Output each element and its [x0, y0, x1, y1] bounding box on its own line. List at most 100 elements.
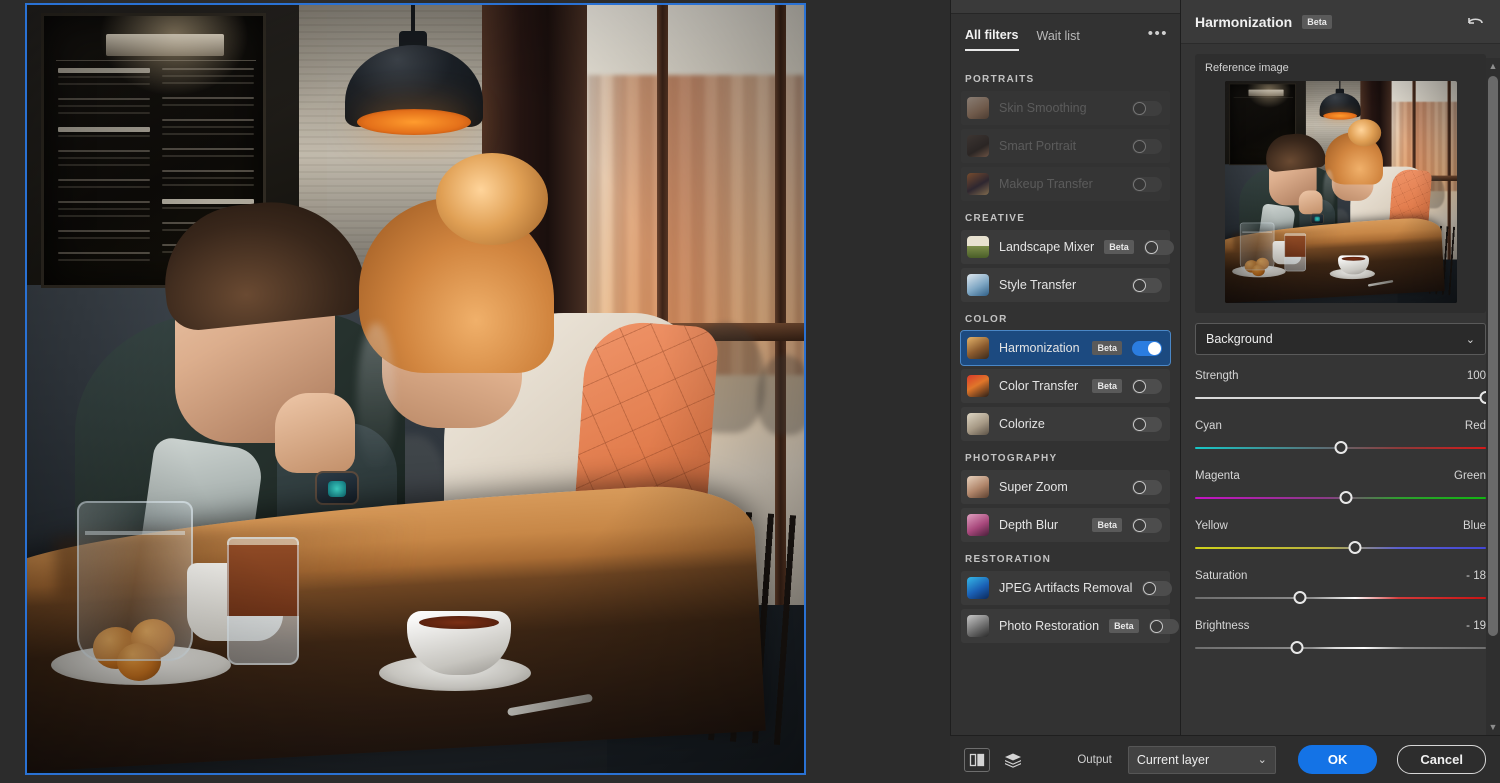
filter-label: Depth Blur [999, 518, 1082, 532]
slider-header: CyanRed [1195, 420, 1486, 432]
beta-badge: Beta [1109, 619, 1139, 633]
filter-row[interactable]: Skin Smoothing [961, 91, 1170, 125]
toggle-knob [1133, 178, 1146, 191]
beta-badge: Beta [1092, 341, 1122, 355]
reference-image-card: Reference image [1195, 54, 1486, 313]
slider-thumb[interactable] [1334, 441, 1347, 454]
filter-label: Landscape Mixer [999, 240, 1094, 254]
page-title: Harmonization [1195, 14, 1292, 30]
filter-group-title: PHOTOGRAPHY [965, 453, 1170, 464]
depth-blur-thumb [967, 514, 989, 536]
makeup-transfer-thumb [967, 173, 989, 195]
filter-toggle[interactable] [1132, 101, 1162, 116]
slider-thumb[interactable] [1290, 641, 1303, 654]
slider-cyan-red[interactable]: CyanRed [1195, 420, 1486, 455]
filter-toggle[interactable] [1144, 240, 1174, 255]
toggle-knob [1133, 481, 1146, 494]
filter-row[interactable]: Style Transfer [961, 268, 1170, 302]
slider-track [1195, 647, 1486, 649]
canvas-area[interactable] [0, 0, 950, 783]
slider-track [1195, 397, 1486, 399]
scrollbar-thumb[interactable] [1488, 76, 1498, 636]
filter-toggle[interactable] [1132, 139, 1162, 154]
tab-wait-list[interactable]: Wait list [1037, 29, 1080, 50]
filter-toggle[interactable] [1132, 480, 1162, 495]
slider-saturation[interactable]: Saturation- 18 [1195, 570, 1486, 605]
filters-panel: All filters Wait list ••• PORTRAITS Skin … [950, 0, 1180, 783]
slider-right-label: 100 [1467, 370, 1486, 382]
panel-overflow-menu-icon[interactable]: ••• [1148, 26, 1168, 41]
toggle-knob [1133, 380, 1146, 393]
toggle-knob [1133, 519, 1146, 532]
slider-header: Brightness- 19 [1195, 620, 1486, 632]
filter-row[interactable]: Makeup Transfer [961, 167, 1170, 201]
slider-left-label: Saturation [1195, 570, 1247, 582]
sliders-group: Strength100 CyanRed MagentaGreen YellowBlue… [1195, 370, 1486, 655]
toggle-knob [1145, 241, 1158, 254]
filter-group-title: COLOR [965, 314, 1170, 325]
output-select[interactable]: Current layer ⌄ [1128, 746, 1276, 774]
slider-yellow-blue[interactable]: YellowBlue [1195, 520, 1486, 555]
slider-left-label: Brightness [1195, 620, 1249, 632]
slider-track-wrap[interactable] [1195, 591, 1486, 605]
slider-magenta-green[interactable]: MagentaGreen [1195, 470, 1486, 505]
slider-track-wrap[interactable] [1195, 641, 1486, 655]
toggle-knob [1133, 140, 1146, 153]
filter-row[interactable]: Color TransferBeta [961, 369, 1170, 403]
app-root: All filters Wait list ••• PORTRAITS Skin … [0, 0, 1500, 783]
properties-scrollbar[interactable]: ▲ ▼ [1486, 58, 1500, 735]
reset-icon[interactable] [1466, 14, 1486, 30]
ok-button[interactable]: OK [1298, 745, 1378, 774]
slider-thumb[interactable] [1349, 541, 1362, 554]
slider-track-wrap[interactable] [1195, 491, 1486, 505]
filter-group-title: PORTRAITS [965, 74, 1170, 85]
landscape-mixer-thumb [967, 236, 989, 258]
slider-track-wrap[interactable] [1195, 441, 1486, 455]
filter-toggle[interactable] [1132, 177, 1162, 192]
filter-toggle[interactable] [1132, 518, 1162, 533]
filters-list[interactable]: PORTRAITS Skin Smoothing Smart Portrait Mak… [951, 54, 1180, 783]
beta-badge: Beta [1302, 15, 1332, 29]
before-after-compare-icon[interactable] [964, 748, 990, 772]
scroll-down-arrow-icon[interactable]: ▼ [1489, 719, 1498, 735]
filter-group-title: RESTORATION [965, 554, 1170, 565]
filter-toggle[interactable] [1142, 581, 1172, 596]
document-canvas[interactable] [25, 3, 806, 775]
filter-toggle[interactable] [1132, 379, 1162, 394]
slider-right-label: Red [1465, 420, 1486, 432]
filter-toggle[interactable] [1132, 341, 1162, 356]
scroll-up-arrow-icon[interactable]: ▲ [1489, 58, 1498, 74]
filter-group-title: CREATIVE [965, 213, 1170, 224]
slider-header: YellowBlue [1195, 520, 1486, 532]
filter-label: Photo Restoration [999, 619, 1099, 633]
toggle-knob [1133, 102, 1146, 115]
filter-row[interactable]: Landscape MixerBeta [961, 230, 1170, 264]
filter-row[interactable]: Colorize [961, 407, 1170, 441]
filter-row[interactable]: Smart Portrait [961, 129, 1170, 163]
slider-brightness[interactable]: Brightness- 19 [1195, 620, 1486, 655]
slider-strength[interactable]: Strength100 [1195, 370, 1486, 405]
layer-select[interactable]: Background ⌄ [1195, 323, 1486, 355]
slider-thumb[interactable] [1293, 591, 1306, 604]
filter-row[interactable]: Photo Restoration Beta [961, 609, 1170, 643]
properties-header: Harmonization Beta [1181, 0, 1500, 44]
reference-image-thumbnail[interactable] [1225, 81, 1457, 303]
cancel-button[interactable]: Cancel [1397, 745, 1486, 774]
tab-all-filters[interactable]: All filters [965, 28, 1019, 51]
filter-row[interactable]: JPEG Artifacts Removal [961, 571, 1170, 605]
filter-toggle[interactable] [1132, 417, 1162, 432]
smart-portrait-thumb [967, 135, 989, 157]
slider-track-wrap[interactable] [1195, 391, 1486, 405]
filter-tabs: All filters Wait list ••• [951, 14, 1180, 54]
slider-track-wrap[interactable] [1195, 541, 1486, 555]
filter-toggle[interactable] [1132, 278, 1162, 293]
filter-row[interactable]: Depth BlurBeta [961, 508, 1170, 542]
slider-thumb[interactable] [1340, 491, 1353, 504]
panel-top-strip [951, 0, 1180, 14]
filter-row[interactable]: Super Zoom [961, 470, 1170, 504]
layers-stack-icon[interactable] [1000, 748, 1026, 772]
filter-label: Smart Portrait [999, 139, 1122, 153]
output-select-value: Current layer [1137, 753, 1209, 767]
filter-toggle[interactable] [1149, 619, 1179, 634]
filter-row[interactable]: HarmonizationBeta [961, 331, 1170, 365]
